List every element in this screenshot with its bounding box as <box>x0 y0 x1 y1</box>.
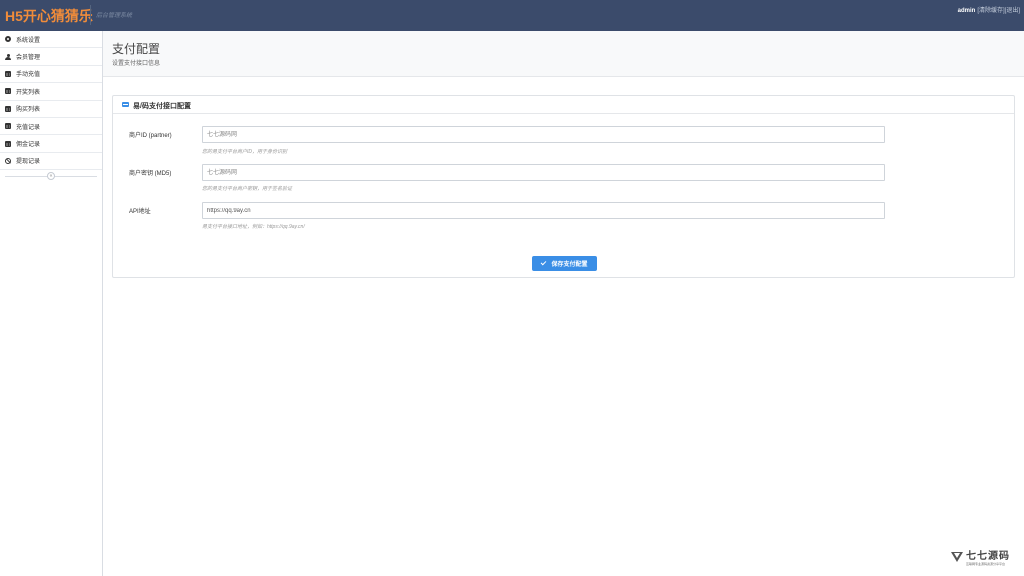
sidebar-item-commission-records[interactable]: 佣金记录 <box>0 135 102 153</box>
page-subtitle: 设置支付接口信息 <box>112 61 161 67</box>
sidebar-item-label: 手动充值 <box>16 72 41 79</box>
brand-divider <box>90 5 91 25</box>
user-icon <box>5 53 11 60</box>
save-button-label: 保存支付配置 <box>551 262 588 268</box>
merchant-key-label: 商户密钥 (MD5) <box>129 171 172 177</box>
sidebar-item-recharge-records[interactable]: 充值记录 <box>0 118 102 136</box>
sidebar-collapse-row: « <box>0 172 102 182</box>
watermark-logo: 七七源码 互联网专业源码资源分享平台 <box>951 547 1010 566</box>
watermark-name: 七七源码 <box>966 551 1010 562</box>
ban-icon <box>5 157 11 164</box>
brand-logo[interactable]: H5开心猜猜乐 <box>5 6 93 26</box>
sidebar-item-label: 购买列表 <box>16 107 41 114</box>
api-url-help: 易支付平台接口地址，例如：https://qq.9ay.cn/ <box>202 224 305 230</box>
sidebar-item-members[interactable]: 会员管理 <box>0 48 102 66</box>
calendar-icon <box>5 140 11 147</box>
calendar-icon <box>5 105 11 112</box>
sidebar-item-draw-list[interactable]: 开奖列表 <box>0 83 102 101</box>
sidebar-item-label: 开奖列表 <box>16 89 41 96</box>
sidebar-item-label: 系统设置 <box>16 37 41 44</box>
sidebar-item-withdraw-records[interactable]: 提现记录 <box>0 153 102 171</box>
save-payment-config-button[interactable]: 保存支付配置 <box>532 256 597 271</box>
merchant-key-input[interactable] <box>202 164 885 181</box>
panel-header: 易/码支付接口配置 <box>113 96 1014 114</box>
sidebar-item-manual-recharge[interactable]: 手动充值 <box>0 66 102 84</box>
api-url-label: API地址 <box>129 209 151 215</box>
sidebar-item-label: 佣金记录 <box>16 142 41 149</box>
current-user: admin <box>957 8 976 14</box>
clear-cache-link[interactable]: [清除缓存] <box>977 8 1004 14</box>
logout-link[interactable]: [退出] <box>1005 8 1020 14</box>
sidebar-item-label: 会员管理 <box>16 55 41 62</box>
panel-title: 易/码支付接口配置 <box>133 103 191 110</box>
main-content: 支付配置 设置支付接口信息 易/码支付接口配置 商户ID (partner) 您… <box>103 31 1024 576</box>
sidebar-item-system-settings[interactable]: 系统设置 <box>0 31 102 49</box>
gear-icon <box>5 36 11 43</box>
credit-card-icon <box>122 102 129 107</box>
logo-mark-icon <box>951 551 963 563</box>
watermark-tagline: 互联网专业源码资源分享平台 <box>966 562 1006 566</box>
sidebar-item-label: 充值记录 <box>16 124 41 131</box>
partner-id-label: 商户ID (partner) <box>129 133 172 139</box>
api-url-input[interactable] <box>202 202 885 219</box>
header-subtitle: 后台管理系统 <box>96 13 133 19</box>
sidebar-item-label: 提现记录 <box>16 159 41 166</box>
sidebar-collapse-button[interactable]: « <box>47 172 55 181</box>
page-header: 支付配置 设置支付接口信息 <box>103 31 1024 77</box>
watermark-text: 七七源码 互联网专业源码资源分享平台 <box>966 547 1010 566</box>
calendar-icon <box>5 123 11 130</box>
top-header: H5开心猜猜乐 后台管理系统 admin [清除缓存][退出] <box>0 0 1024 31</box>
calendar-icon <box>5 88 11 95</box>
calendar-icon <box>5 70 11 77</box>
payment-config-panel: 易/码支付接口配置 商户ID (partner) 您的易支付平台商户ID，用于身… <box>112 95 1015 278</box>
partner-id-input[interactable] <box>202 126 885 143</box>
check-icon <box>541 259 547 266</box>
merchant-key-help: 您的易支付平台商户密钥，用于签名验证 <box>202 186 293 192</box>
page-title: 支付配置 <box>112 42 161 56</box>
sidebar: 系统设置 会员管理 手动充值 开奖列表 购买列表 充值记录 佣金记录 提现记录 … <box>0 31 103 576</box>
user-area: admin [清除缓存][退出] <box>958 5 1020 14</box>
sidebar-item-purchase-list[interactable]: 购买列表 <box>0 101 102 118</box>
partner-id-help: 您的易支付平台商户ID，用于身份识别 <box>202 149 288 155</box>
